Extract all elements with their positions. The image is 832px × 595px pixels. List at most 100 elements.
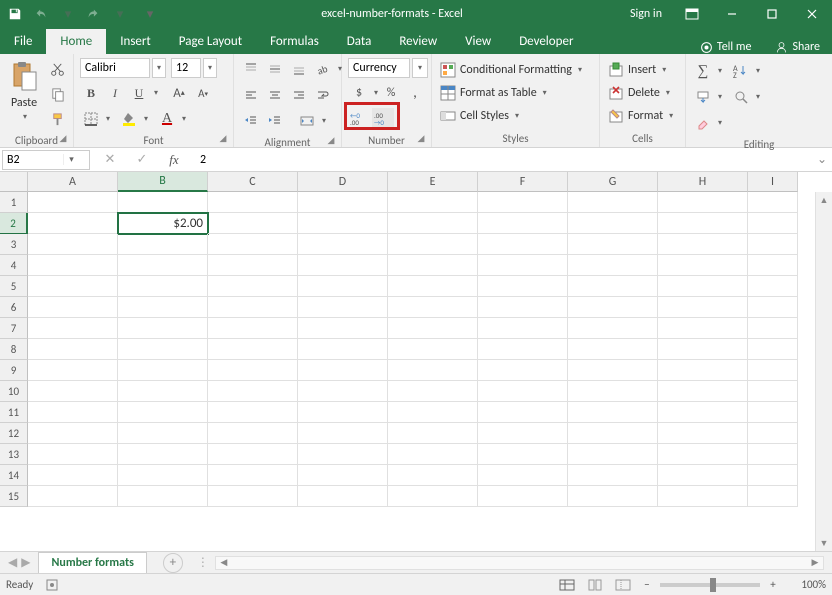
cell[interactable] xyxy=(748,381,798,402)
comma-format-icon[interactable]: , xyxy=(404,82,426,104)
cell[interactable] xyxy=(568,192,658,213)
sheet-nav-prev[interactable]: ◀ xyxy=(8,555,17,570)
cell[interactable] xyxy=(208,402,298,423)
cell[interactable] xyxy=(478,255,568,276)
cell[interactable] xyxy=(298,234,388,255)
cell[interactable] xyxy=(478,423,568,444)
cell[interactable] xyxy=(388,465,478,486)
align-bottom-icon[interactable] xyxy=(288,58,310,80)
font-size-input[interactable] xyxy=(171,58,201,78)
font-dialog-launcher[interactable]: ◢ xyxy=(217,133,229,145)
cell[interactable] xyxy=(658,213,748,234)
zoom-in-button[interactable]: + xyxy=(766,578,780,591)
cell[interactable] xyxy=(298,255,388,276)
spreadsheet-grid[interactable]: A B C D E F G H I 12$2.00345678910111213… xyxy=(0,172,832,551)
col-header[interactable]: E xyxy=(388,172,478,192)
font-size-dropdown[interactable]: ▾ xyxy=(203,58,217,78)
maximize-button[interactable] xyxy=(752,0,792,28)
row-header[interactable]: 7 xyxy=(0,318,28,339)
cell[interactable] xyxy=(478,486,568,507)
cell[interactable] xyxy=(748,465,798,486)
merge-center-icon[interactable] xyxy=(296,110,318,132)
cell[interactable] xyxy=(388,360,478,381)
cell[interactable] xyxy=(118,360,208,381)
row-header[interactable]: 14 xyxy=(0,465,28,486)
cell[interactable] xyxy=(478,444,568,465)
formula-input[interactable] xyxy=(196,150,804,170)
conditional-formatting-button[interactable]: Conditional Formatting▾ xyxy=(438,60,584,80)
borders-dropdown[interactable]: ▾ xyxy=(104,114,110,124)
insert-function-icon[interactable]: fx xyxy=(164,150,184,170)
cell[interactable] xyxy=(208,486,298,507)
sheet-nav-next[interactable]: ▶ xyxy=(21,555,30,570)
align-center-icon[interactable] xyxy=(264,84,286,106)
close-button[interactable] xyxy=(792,0,832,28)
tab-home[interactable]: Home xyxy=(46,29,106,54)
cell[interactable] xyxy=(478,276,568,297)
cell[interactable] xyxy=(208,423,298,444)
cell[interactable] xyxy=(568,255,658,276)
cell[interactable] xyxy=(568,486,658,507)
cell[interactable] xyxy=(658,234,748,255)
cell[interactable] xyxy=(658,276,748,297)
cell[interactable] xyxy=(478,381,568,402)
cell[interactable] xyxy=(748,234,798,255)
clear-icon[interactable] xyxy=(692,112,714,134)
cell[interactable] xyxy=(388,234,478,255)
cell[interactable] xyxy=(478,192,568,213)
cell[interactable] xyxy=(208,360,298,381)
cell[interactable] xyxy=(28,318,118,339)
redo-icon[interactable] xyxy=(84,5,102,23)
font-color-icon[interactable]: A xyxy=(156,108,178,130)
cell[interactable] xyxy=(568,444,658,465)
cell[interactable] xyxy=(118,318,208,339)
cell[interactable] xyxy=(748,192,798,213)
expand-formula-bar-icon[interactable]: ⌄ xyxy=(812,152,832,167)
cell[interactable] xyxy=(658,381,748,402)
row-header[interactable]: 3 xyxy=(0,234,28,255)
cell[interactable] xyxy=(298,297,388,318)
enter-formula-icon[interactable]: ✓ xyxy=(132,150,152,170)
cell[interactable] xyxy=(388,192,478,213)
col-header[interactable]: A xyxy=(28,172,118,192)
cell[interactable] xyxy=(118,192,208,213)
row-header[interactable]: 5 xyxy=(0,276,28,297)
cell[interactable] xyxy=(748,318,798,339)
cell[interactable] xyxy=(478,360,568,381)
vertical-scrollbar[interactable]: ▲▼ xyxy=(815,192,832,551)
increase-decimal-icon[interactable]: ←0.00 xyxy=(348,108,370,130)
cell[interactable] xyxy=(478,402,568,423)
row-header[interactable]: 13 xyxy=(0,444,28,465)
cell[interactable] xyxy=(478,213,568,234)
cell[interactable] xyxy=(388,276,478,297)
cell[interactable] xyxy=(298,339,388,360)
cell[interactable] xyxy=(568,381,658,402)
cell[interactable] xyxy=(298,192,388,213)
align-right-icon[interactable] xyxy=(288,84,310,106)
cell[interactable] xyxy=(658,192,748,213)
row-header[interactable]: 12 xyxy=(0,423,28,444)
cell[interactable] xyxy=(208,465,298,486)
fill-icon[interactable] xyxy=(692,86,714,108)
cell[interactable] xyxy=(208,234,298,255)
number-format-dropdown[interactable]: ▾ xyxy=(412,58,428,78)
cell[interactable] xyxy=(748,423,798,444)
minimize-button[interactable] xyxy=(712,0,752,28)
tab-review[interactable]: Review xyxy=(385,29,451,54)
cell[interactable] xyxy=(208,192,298,213)
cell[interactable] xyxy=(118,255,208,276)
cell[interactable] xyxy=(28,381,118,402)
increase-font-icon[interactable]: A▴ xyxy=(168,82,190,104)
cell[interactable] xyxy=(208,444,298,465)
cell[interactable] xyxy=(28,213,118,234)
name-box-input[interactable] xyxy=(3,153,63,167)
italic-button[interactable]: I xyxy=(104,82,126,104)
decrease-font-icon[interactable]: A▾ xyxy=(192,82,214,104)
cell[interactable] xyxy=(388,213,478,234)
page-break-view-icon[interactable] xyxy=(612,576,634,594)
cell[interactable] xyxy=(298,423,388,444)
col-header[interactable]: B xyxy=(118,172,208,192)
name-box-dropdown[interactable]: ▾ xyxy=(63,154,79,165)
decrease-decimal-icon[interactable]: .00→0 xyxy=(372,108,394,130)
cell[interactable] xyxy=(478,318,568,339)
